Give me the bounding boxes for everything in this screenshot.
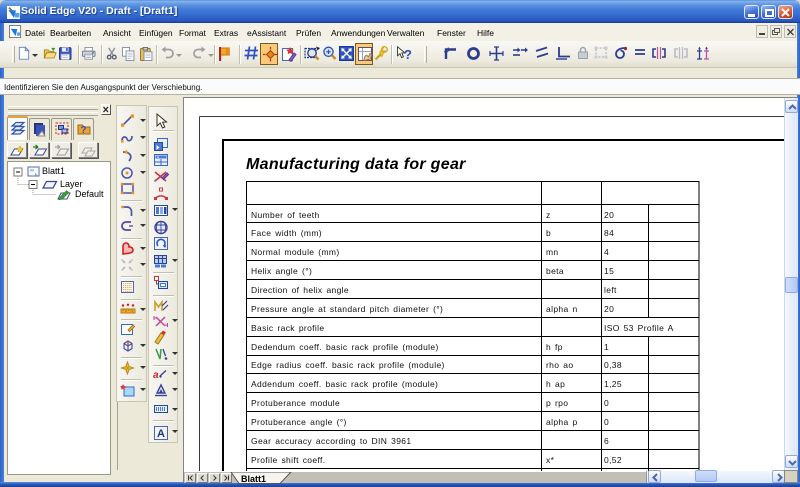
svg-text:h fp: h fp bbox=[546, 342, 563, 352]
svg-text:Number of teeth: Number of teeth bbox=[251, 210, 320, 220]
svg-text:Pressure angle at standard pit: Pressure angle at standard pitch diamete… bbox=[251, 304, 443, 314]
svg-text:0,52: 0,52 bbox=[604, 455, 622, 465]
svg-text:20: 20 bbox=[604, 210, 614, 220]
svg-text:Manufacturing data for gear: Manufacturing data for gear bbox=[246, 156, 466, 173]
svg-text:15: 15 bbox=[604, 266, 614, 276]
svg-text:84: 84 bbox=[604, 228, 614, 238]
svg-text:?: ? bbox=[81, 125, 87, 136]
svg-text:Basic rack profile: Basic rack profile bbox=[251, 323, 324, 333]
svg-text:z: z bbox=[546, 210, 551, 220]
svg-text:4: 4 bbox=[604, 247, 609, 257]
svg-text:0: 0 bbox=[604, 398, 609, 408]
svg-text:Dedendum coeff. basic rack pro: Dedendum coeff. basic rack profile (modu… bbox=[251, 342, 439, 352]
svg-text:Protuberance angle (°): Protuberance angle (°) bbox=[251, 417, 347, 427]
svg-text:Protuberance module: Protuberance module bbox=[251, 398, 340, 408]
svg-text:0: 0 bbox=[604, 417, 609, 427]
svg-text:alpha p: alpha p bbox=[546, 417, 578, 427]
svg-text:rho ao: rho ao bbox=[546, 360, 573, 370]
svg-text:A: A bbox=[157, 428, 165, 440]
svg-text:alpha n: alpha n bbox=[546, 304, 578, 314]
svg-text:Direction of helix angle: Direction of helix angle bbox=[251, 285, 349, 295]
svg-text:?: ? bbox=[404, 47, 412, 62]
svg-text:a: a bbox=[153, 370, 159, 381]
svg-text:Helix angle (°): Helix angle (°) bbox=[251, 266, 312, 276]
svg-text:h ap: h ap bbox=[546, 379, 565, 389]
svg-text:Edge radius coeff. basic rack: Edge radius coeff. basic rack profile (m… bbox=[251, 360, 445, 370]
svg-text:Addendum coeff. basic rack pro: Addendum coeff. basic rack profile (modu… bbox=[251, 379, 438, 389]
svg-text:1,25: 1,25 bbox=[604, 379, 622, 389]
svg-text:beta: beta bbox=[546, 266, 564, 276]
svg-text:x*: x* bbox=[546, 455, 555, 465]
svg-text:6: 6 bbox=[604, 436, 609, 446]
svg-text:1: 1 bbox=[604, 342, 609, 352]
svg-text:left: left bbox=[604, 285, 617, 295]
svg-text:ISO 53 Profile A: ISO 53 Profile A bbox=[604, 323, 674, 333]
svg-text:20: 20 bbox=[604, 304, 614, 314]
svg-text:b: b bbox=[546, 228, 551, 238]
svg-text:Gear accuracy according to DIN: Gear accuracy according to DIN 3961 bbox=[251, 436, 411, 446]
svg-text:p rpo: p rpo bbox=[546, 398, 568, 408]
svg-text:Profile shift coeff.: Profile shift coeff. bbox=[251, 455, 325, 465]
svg-text:Face width (mm): Face width (mm) bbox=[251, 228, 322, 238]
svg-text:0,38: 0,38 bbox=[604, 360, 622, 370]
svg-text:Normal module (mm): Normal module (mm) bbox=[251, 247, 340, 257]
svg-text:mn: mn bbox=[546, 247, 559, 257]
